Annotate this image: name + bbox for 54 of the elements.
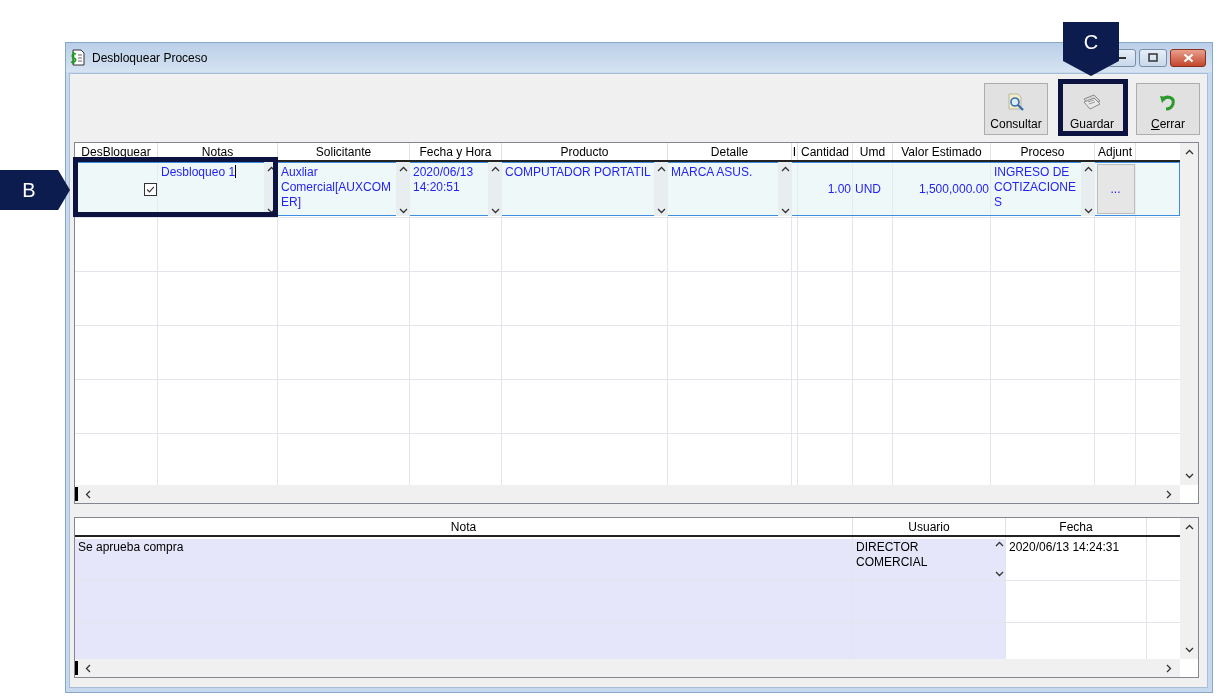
checkbox[interactable] (144, 182, 157, 196)
callout-tooltip: B (0, 170, 70, 210)
column-header[interactable]: Adjunt (1095, 143, 1136, 160)
column-header[interactable]: Umd (853, 143, 893, 160)
vertical-scrollbar[interactable] (1180, 518, 1198, 659)
papers-icon (1081, 92, 1103, 112)
window-title: Desbloquear Proceso (92, 50, 209, 65)
search-icon (1006, 92, 1026, 112)
table-cell-text: Se aprueba compra (77, 539, 185, 556)
scroll-left-icon[interactable] (85, 663, 91, 673)
column-header[interactable]: Notas (158, 143, 278, 160)
vertical-scrollbar[interactable] (1180, 143, 1198, 485)
maximize-icon (1148, 53, 1158, 62)
table-cell-text: Auxliar Comercial[AUXCOMER] (280, 164, 392, 211)
table-cell-text: 1.00 (826, 182, 852, 196)
table-cell-text: INGRESO DE COTIZACIONES (993, 164, 1077, 211)
scroll-down-icon[interactable] (1184, 473, 1194, 479)
scroll-right-icon[interactable] (1166, 663, 1172, 673)
scroll-right-icon[interactable] (1166, 489, 1172, 499)
scroll-left-icon[interactable] (85, 489, 91, 499)
table-cell-text: DIRECTOR COMERCIAL (855, 539, 929, 571)
column-header[interactable]: Proceso (991, 143, 1095, 160)
table-row[interactable]: Desbloqueo 1 Auxliar Comercial[AUXCOMER] 2020/06/13 14:20:51 COMPUTADOR PORTATIL MARCA ASUS. 1.00 UND 1,500,000.00 INGRESO DE COTIZACIONES ... (75, 162, 1180, 216)
table-cell-text: MARCA ASUS. (670, 164, 754, 181)
column-header[interactable]: Fecha y Hora (410, 143, 502, 160)
column-header[interactable]: I (792, 143, 798, 160)
close-button[interactable]: Cerrar (1136, 83, 1200, 135)
column-header[interactable]: DesBloquear (75, 143, 158, 160)
highlight-frame (1058, 79, 1128, 136)
table-cell-text: UND (854, 182, 882, 196)
horizontal-scrollbar[interactable] (75, 485, 1180, 503)
table-cell-text: 2020/06/13 14:24:31 (1008, 539, 1121, 556)
maximize-button[interactable] (1139, 48, 1167, 67)
column-header[interactable]: Usuario (853, 518, 1006, 535)
horizontal-scrollbar[interactable] (75, 659, 1180, 677)
column-header[interactable]: Detalle (668, 143, 792, 160)
column-header[interactable]: Valor Estimado (893, 143, 991, 160)
document-icon (70, 49, 86, 66)
column-header[interactable]: Cantidad (798, 143, 853, 160)
close-button[interactable] (1170, 48, 1206, 67)
column-header[interactable]: Producto (502, 143, 668, 160)
column-header[interactable]: Solicitante (278, 143, 410, 160)
table-cell-text: 2020/06/13 14:20:51 (412, 164, 475, 196)
table-cell-text: 1,500,000.00 (917, 182, 990, 196)
search-button[interactable]: Consultar (984, 83, 1048, 135)
scroll-up-icon[interactable] (1184, 149, 1194, 155)
scroll-down-icon[interactable] (1184, 647, 1194, 653)
attachment-button[interactable]: ... (1096, 164, 1135, 214)
table-cell-text: COMPUTADOR PORTATIL (504, 164, 652, 181)
scroll-up-icon[interactable] (1184, 524, 1194, 530)
column-header[interactable]: Nota (75, 518, 853, 535)
close-icon (1182, 52, 1194, 63)
column-header[interactable]: Fecha (1006, 518, 1147, 535)
table-cell-text: Desbloqueo 1 (160, 164, 238, 181)
